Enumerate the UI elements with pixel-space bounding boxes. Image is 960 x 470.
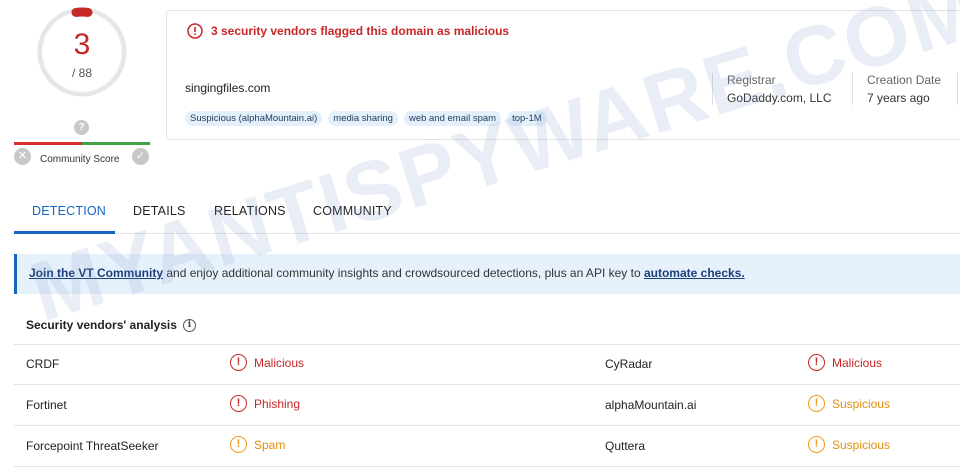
- tag[interactable]: top-1M: [507, 111, 547, 126]
- detection-score: 3 / 88: [36, 6, 128, 98]
- alert-text: 3 security vendors flagged this domain a…: [211, 24, 510, 38]
- creation-date-label: Creation Date: [867, 73, 942, 87]
- community-banner: Join the VT Community and enjoy addition…: [14, 254, 960, 294]
- vendor-result: ! Phishing: [230, 395, 300, 412]
- tab-detection[interactable]: DETECTION: [32, 204, 106, 218]
- tag[interactable]: media sharing: [328, 111, 398, 126]
- tab-details[interactable]: DETAILS: [133, 204, 186, 218]
- tab-community[interactable]: COMMUNITY: [313, 204, 392, 218]
- vendor-name: alphaMountain.ai: [605, 398, 697, 412]
- result-label: Malicious: [832, 355, 883, 370]
- alert-circle-icon: [187, 23, 203, 39]
- table-row: CRDF ! Malicious CyRadar ! Malicious: [14, 345, 960, 385]
- table-row: Fortinet ! Phishing alphaMountain.ai ! S…: [14, 386, 960, 426]
- community-score-bar: [14, 142, 150, 145]
- score-value: 3: [73, 28, 91, 61]
- tag[interactable]: Suspicious (alphaMountain.ai): [185, 111, 323, 126]
- registrar-info: Registrar GoDaddy.com, LLC: [712, 73, 832, 105]
- meta-divider: [957, 73, 958, 105]
- upvote-icon[interactable]: ✓: [132, 148, 149, 165]
- community-score: ? ✕ Community Score ✓: [14, 118, 150, 170]
- warning-circle-icon: !: [808, 436, 825, 453]
- vendor-name: Quttera: [605, 439, 646, 453]
- score-total: / 88: [71, 66, 92, 80]
- warning-circle-icon: !: [808, 395, 825, 412]
- vendor-result: ! Malicious: [808, 354, 882, 371]
- info-icon[interactable]: i: [182, 318, 196, 332]
- vendor-name: CyRadar: [605, 357, 653, 371]
- downvote-icon[interactable]: ✕: [14, 148, 31, 165]
- registrar-value: GoDaddy.com, LLC: [727, 91, 832, 105]
- automate-checks-link[interactable]: automate checks.: [644, 266, 745, 280]
- vendor-name: CRDF: [26, 357, 60, 371]
- creation-date-value: 7 years ago: [867, 91, 930, 105]
- registrar-label: Registrar: [727, 73, 776, 87]
- vendor-name: Forcepoint ThreatSeeker: [26, 439, 159, 453]
- vendors-section-title: Security vendors' analysis i: [26, 318, 196, 332]
- vendor-result: ! Suspicious: [808, 436, 890, 453]
- tab-relations[interactable]: RELATIONS: [214, 204, 286, 218]
- warning-circle-icon: !: [230, 436, 247, 453]
- tag[interactable]: web and email spam: [403, 111, 502, 126]
- result-label: Spam: [254, 437, 286, 452]
- exclamation-circle-icon: !: [230, 395, 247, 412]
- malicious-alert: 3 security vendors flagged this domain a…: [187, 23, 509, 39]
- table-row: Forcepoint ThreatSeeker ! Spam Quttera !…: [14, 427, 960, 467]
- active-tab-indicator: [14, 231, 115, 234]
- exclamation-circle-icon: !: [230, 354, 247, 371]
- vendor-result: ! Malicious: [230, 354, 304, 371]
- domain-name: singingfiles.com: [185, 81, 271, 95]
- exclamation-circle-icon: !: [808, 354, 825, 371]
- tag-list: Suspicious (alphaMountain.ai) media shar…: [185, 111, 547, 126]
- creation-date-info: Creation Date 7 years ago: [852, 73, 941, 105]
- join-community-link[interactable]: Join the VT Community: [29, 266, 163, 280]
- result-label: Phishing: [254, 396, 301, 411]
- result-label: Suspicious: [832, 437, 891, 452]
- vendor-name: Fortinet: [26, 398, 67, 412]
- tab-bar: DETECTION DETAILS RELATIONS COMMUNITY: [14, 196, 960, 234]
- domain-summary-card: 3 security vendors flagged this domain a…: [166, 10, 960, 140]
- community-score-label: Community Score: [40, 154, 120, 165]
- vendors-title: Security vendors' analysis: [26, 318, 177, 332]
- vendor-result: ! Spam: [230, 436, 285, 453]
- vendor-result: ! Suspicious: [808, 395, 890, 412]
- question-icon[interactable]: ?: [74, 120, 89, 135]
- result-label: Malicious: [254, 355, 305, 370]
- result-label: Suspicious: [832, 396, 891, 411]
- banner-text: and enjoy additional community insights …: [163, 266, 644, 280]
